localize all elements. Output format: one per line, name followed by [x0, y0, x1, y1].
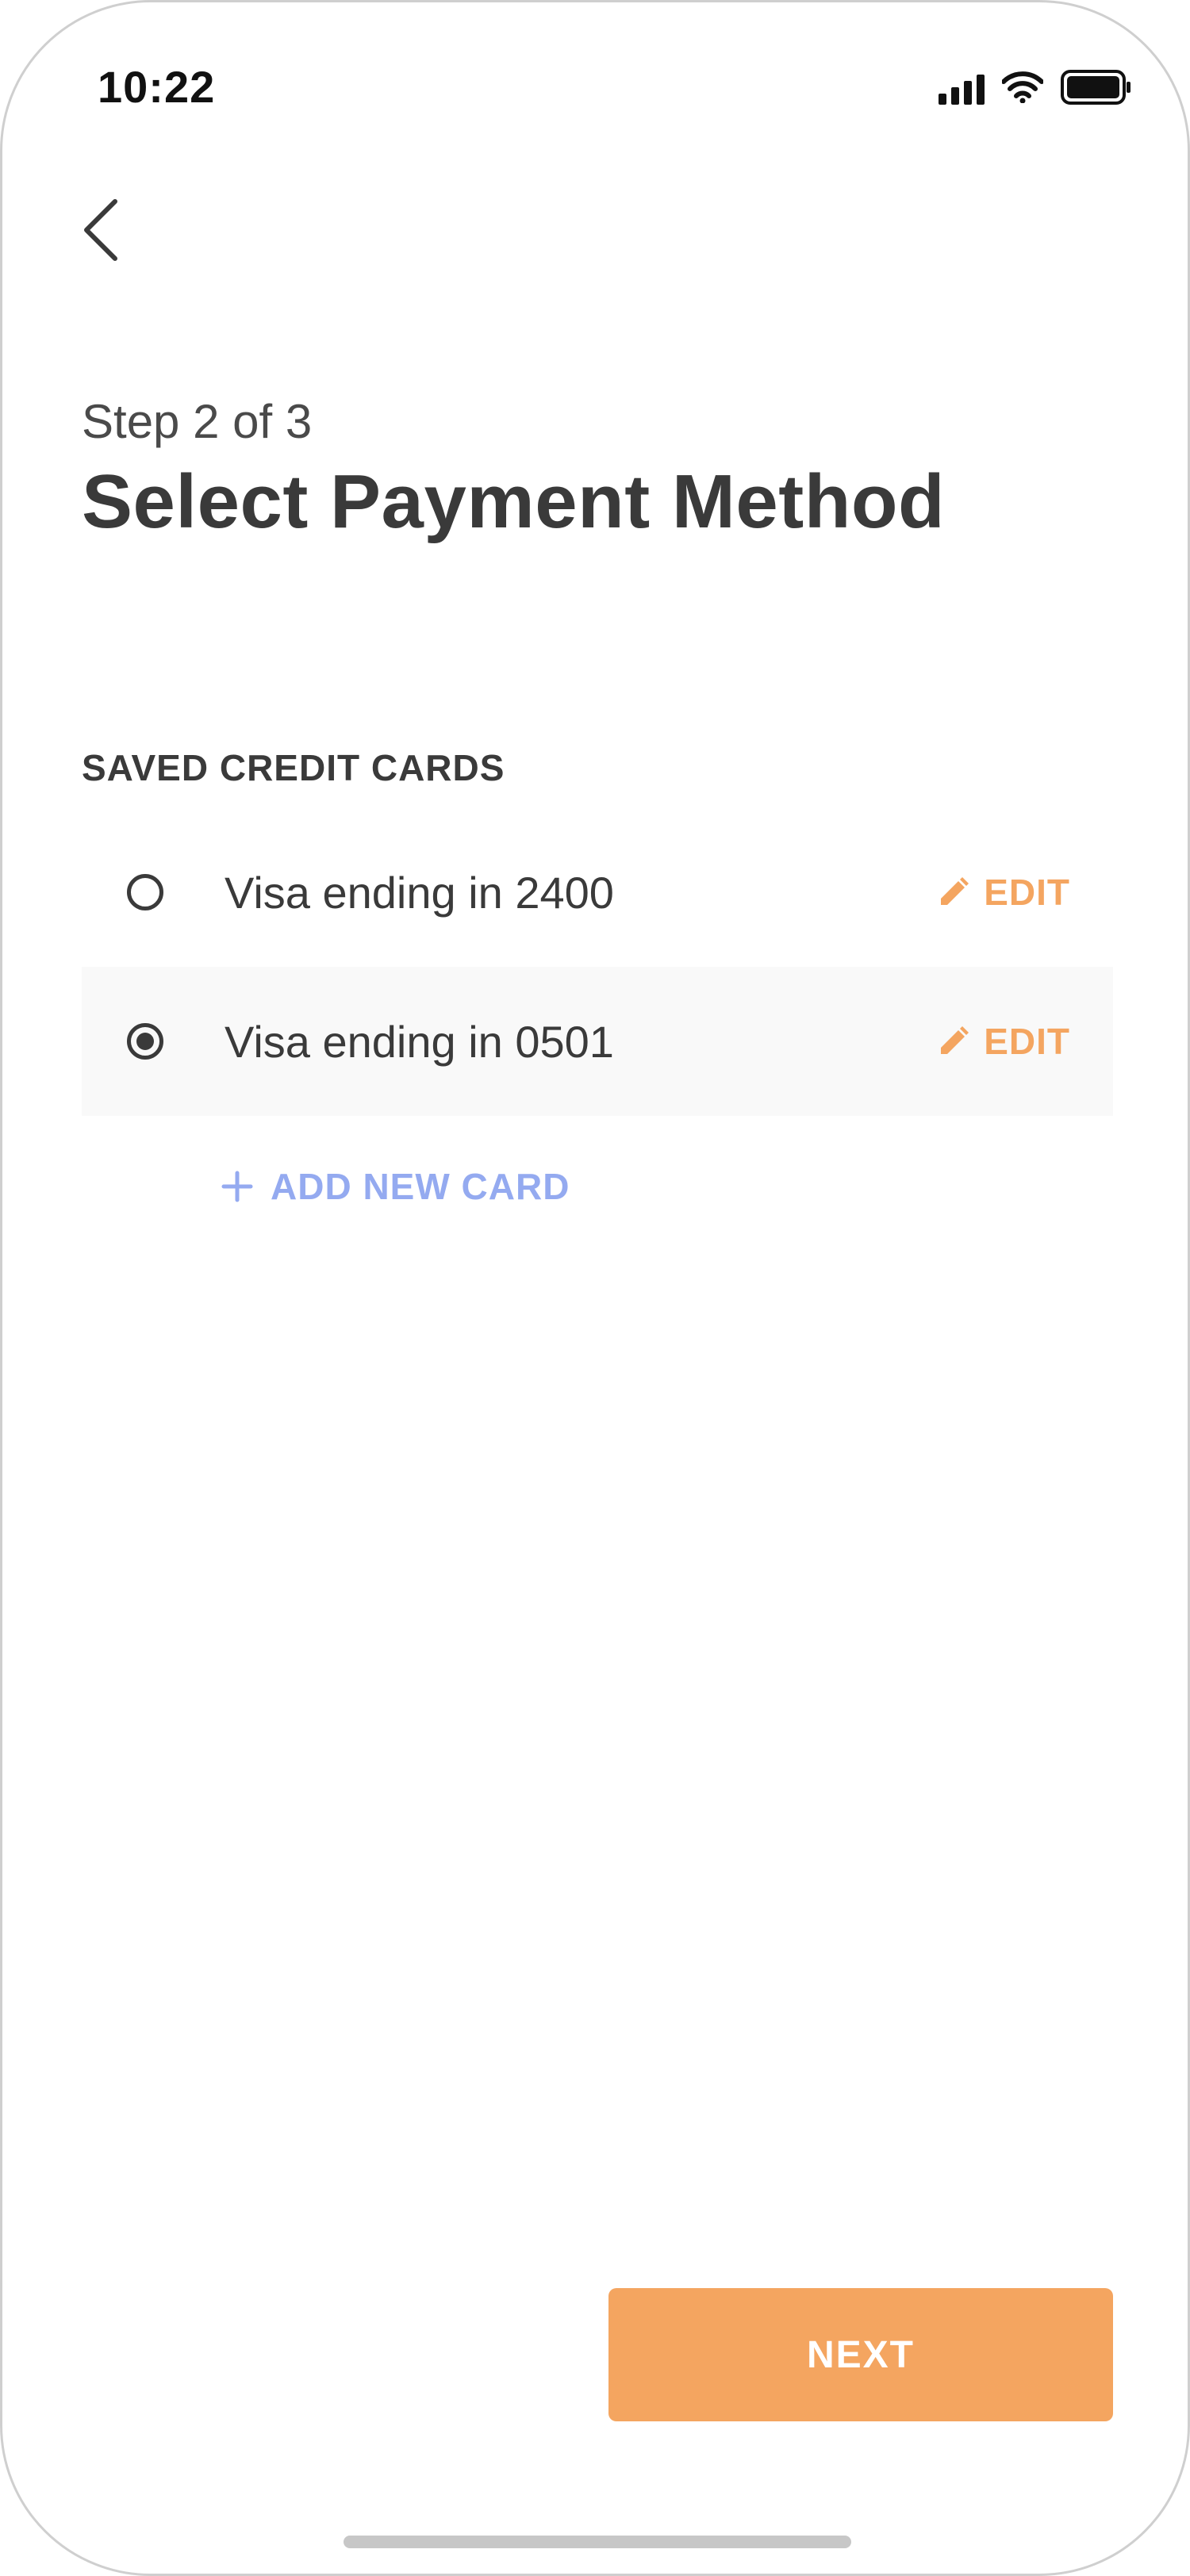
edit-card-button[interactable]: EDIT [938, 871, 1070, 914]
card-label: Visa ending in 0501 [225, 1016, 614, 1067]
section-label-saved-cards: SAVED CREDIT CARDS [82, 747, 505, 788]
edit-label: EDIT [984, 872, 1070, 913]
card-option-visa-2400[interactable]: Visa ending in 2400 EDIT [82, 818, 1113, 967]
status-time: 10:22 [98, 62, 216, 112]
step-indicator: Step 2 of 3 [82, 395, 313, 448]
chevron-left-icon [84, 199, 117, 261]
page-title: Select Payment Method [82, 459, 946, 544]
next-button[interactable]: NEXT [608, 2288, 1113, 2421]
radio-button-selected[interactable] [127, 1023, 163, 1060]
home-indicator[interactable] [344, 2536, 851, 2548]
card-label: Visa ending in 2400 [225, 867, 614, 918]
cellular-signal-icon [939, 73, 985, 105]
pencil-icon [941, 877, 969, 905]
radio-selected-dot [136, 1033, 154, 1050]
radio-button-unselected[interactable] [127, 874, 163, 910]
add-new-card-button[interactable]: ADD NEW CARD [221, 1165, 570, 1208]
pencil-icon [941, 1026, 969, 1054]
edit-card-button[interactable]: EDIT [938, 1020, 1070, 1063]
phone-screen: 10:22 Step 2 of 3 Select Payment Method … [0, 0, 1190, 2576]
card-option-visa-0501[interactable]: Visa ending in 0501 EDIT [82, 967, 1113, 1116]
next-button-label: NEXT [806, 2333, 915, 2376]
status-icons [939, 69, 1132, 109]
wifi-icon [1001, 71, 1044, 107]
add-new-card-label: ADD NEW CARD [271, 1166, 570, 1207]
battery-icon [1061, 69, 1132, 109]
edit-label: EDIT [984, 1021, 1070, 1062]
back-button[interactable] [66, 186, 137, 274]
plus-icon [221, 1171, 253, 1202]
